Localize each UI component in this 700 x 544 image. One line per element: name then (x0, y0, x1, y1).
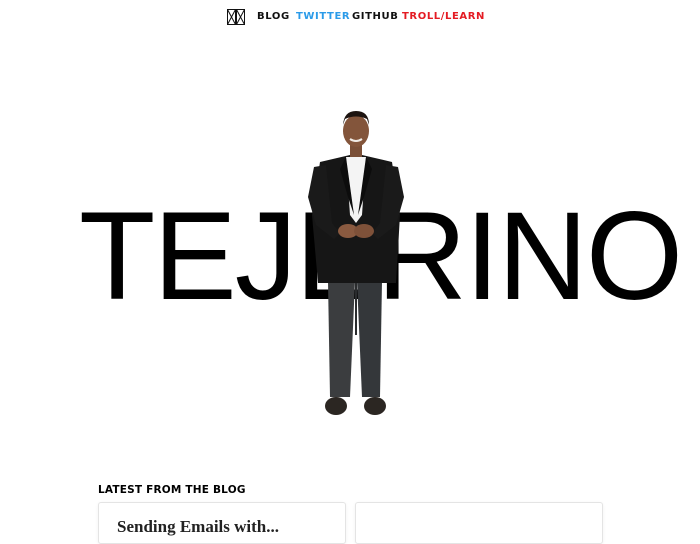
nav-link-blog[interactable]: BLOG (257, 11, 290, 23)
blog-card-title[interactable]: Sending Emails with... (117, 517, 279, 537)
nav-link-troll-learn[interactable]: TROLL/LEARN (402, 11, 485, 23)
top-navigation: BLOG TWITTER GITHUB TROLL/LEARN (0, 0, 700, 34)
hero-person-image (300, 105, 412, 425)
logo-icon[interactable] (227, 9, 245, 25)
blog-section-heading: LATEST FROM THE BLOG (98, 484, 246, 496)
crossed-boxes-logo-icon (227, 9, 245, 25)
nav-link-github[interactable]: GITHUB (352, 11, 398, 23)
nav-link-twitter[interactable]: TWITTER (296, 11, 350, 23)
blog-card[interactable]: Sending Emails with... (98, 502, 346, 544)
standing-person-photo (308, 111, 404, 415)
blog-card[interactable] (355, 502, 603, 544)
